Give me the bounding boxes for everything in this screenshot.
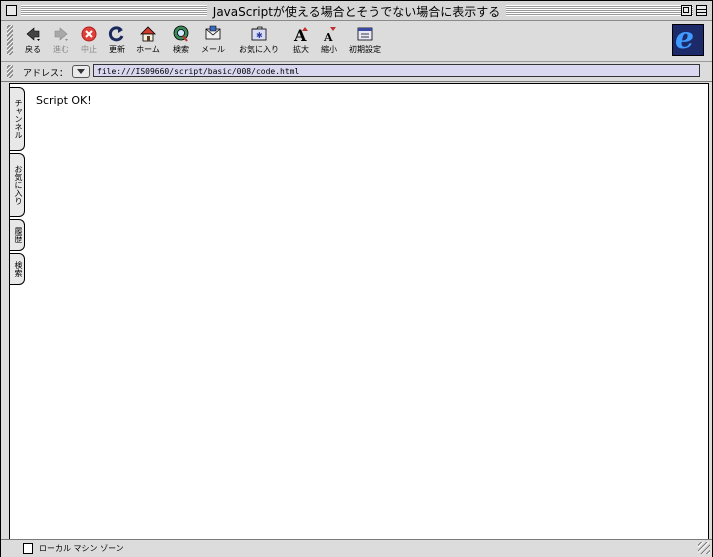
preferences-button[interactable]: 初期設定 bbox=[345, 25, 385, 54]
address-field[interactable]: file:///IS09660/script/basic/008/code.ht… bbox=[93, 64, 700, 77]
forward-arrow-icon bbox=[52, 25, 70, 43]
home-icon bbox=[139, 25, 157, 43]
address-bar-grip[interactable] bbox=[7, 65, 13, 78]
mail-label: メール bbox=[201, 45, 225, 54]
text-smaller-icon: A bbox=[320, 25, 338, 44]
tab-history[interactable]: 履歴 bbox=[10, 219, 25, 251]
address-dropdown-button[interactable] bbox=[72, 65, 90, 78]
refresh-icon bbox=[108, 25, 126, 43]
refresh-button[interactable]: 更新 bbox=[105, 25, 129, 54]
collapse-box[interactable] bbox=[696, 5, 707, 16]
favorites-icon: ✱ bbox=[250, 25, 268, 43]
status-bar: ローカル マシン ゾーン bbox=[1, 539, 712, 557]
refresh-label: 更新 bbox=[109, 45, 125, 54]
tab-favorites[interactable]: お気に入り bbox=[10, 153, 25, 217]
preferences-icon bbox=[356, 25, 374, 43]
search-label: 検索 bbox=[173, 45, 189, 54]
mail-button[interactable]: メール bbox=[198, 25, 228, 54]
address-bar: アドレス： file:///IS09660/script/basic/008/c… bbox=[1, 62, 712, 82]
forward-label: 進む bbox=[53, 45, 69, 54]
svg-text:✱: ✱ bbox=[256, 31, 263, 40]
home-button[interactable]: ホーム bbox=[133, 25, 163, 54]
address-label: アドレス： bbox=[23, 69, 69, 79]
resize-handle[interactable] bbox=[698, 542, 710, 554]
window-title: JavaScriptが使える場合とそうでない場合に表示する bbox=[206, 5, 507, 19]
back-arrow-icon bbox=[24, 25, 42, 43]
title-bar[interactable]: JavaScriptが使える場合とそうでない場合に表示する bbox=[1, 1, 712, 21]
security-zone: ローカル マシン ゾーン bbox=[39, 544, 124, 553]
home-label: ホーム bbox=[136, 45, 160, 54]
page-content: Script OK! bbox=[9, 83, 709, 540]
ie-logo[interactable]: e bbox=[672, 21, 704, 56]
zone-icon bbox=[23, 543, 33, 554]
zoom-box[interactable] bbox=[681, 5, 692, 16]
search-icon bbox=[172, 25, 190, 43]
preferences-label: 初期設定 bbox=[349, 45, 381, 54]
back-button[interactable]: 戻る bbox=[21, 25, 45, 54]
tab-search[interactable]: 検索 bbox=[10, 253, 25, 285]
tab-channels[interactable]: チャンネル bbox=[10, 87, 25, 151]
toolbar-grip[interactable] bbox=[7, 25, 13, 55]
stop-icon bbox=[80, 25, 98, 43]
text-larger-label: 拡大 bbox=[293, 45, 309, 54]
window-title-wrap: JavaScriptが使える場合とそうでない場合に表示する bbox=[1, 3, 712, 20]
favorites-label: お気に入り bbox=[239, 45, 279, 54]
text-larger-icon: A bbox=[292, 25, 310, 45]
stop-button[interactable]: 中止 bbox=[77, 25, 101, 54]
text-smaller-button[interactable]: A 縮小 bbox=[317, 25, 341, 54]
page-text: Script OK! bbox=[36, 94, 92, 107]
browser-window: JavaScriptが使える場合とそうでない場合に表示する 戻る 進む 中止 更… bbox=[0, 0, 713, 557]
text-larger-button[interactable]: A 拡大 bbox=[289, 25, 313, 54]
toolbar: 戻る 進む 中止 更新 ホーム 検索 メール ✱ お気に入り A 拡大 A 縮小… bbox=[1, 21, 712, 62]
stop-label: 中止 bbox=[81, 45, 97, 54]
back-label: 戻る bbox=[25, 45, 41, 54]
svg-text:A: A bbox=[323, 31, 333, 43]
text-smaller-label: 縮小 bbox=[321, 45, 337, 54]
favorites-button[interactable]: ✱ お気に入り bbox=[235, 25, 283, 54]
forward-button[interactable]: 進む bbox=[49, 25, 73, 54]
ie-logo-letter: e bbox=[675, 21, 695, 56]
mail-icon bbox=[204, 25, 222, 43]
search-button[interactable]: 検索 bbox=[169, 25, 193, 54]
